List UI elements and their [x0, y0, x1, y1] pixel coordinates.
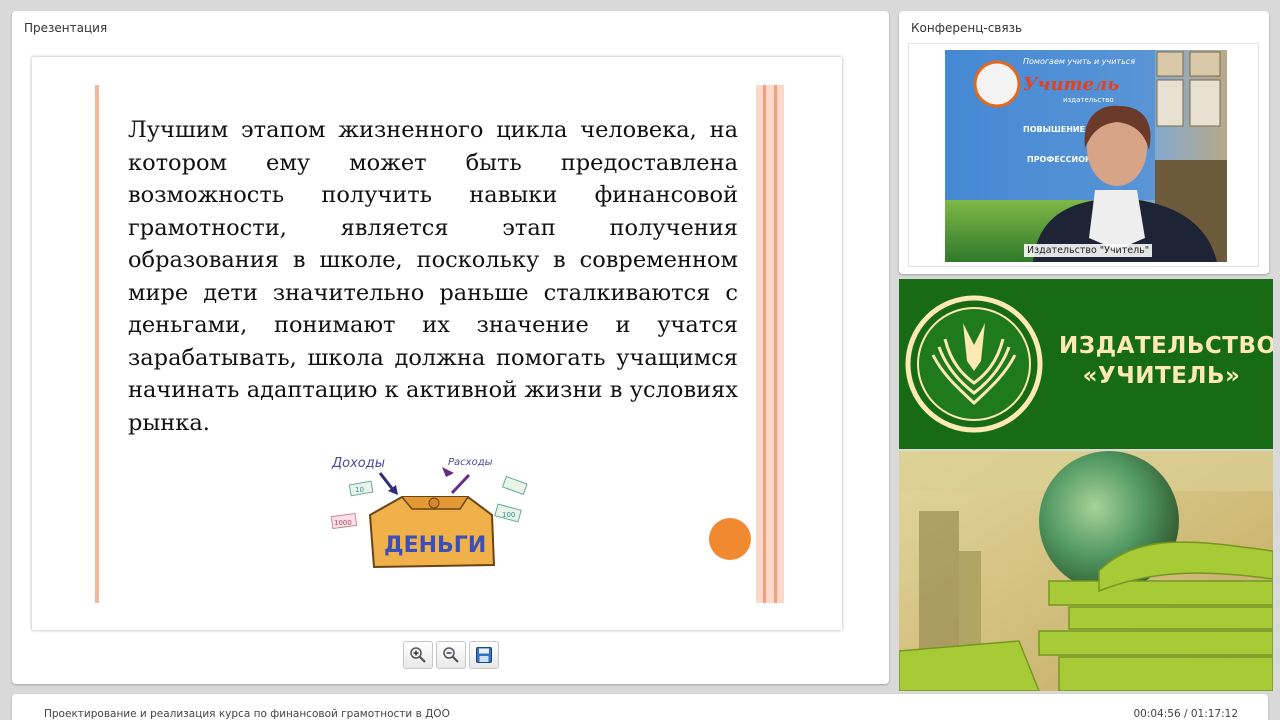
backdrop-sub: издательство	[1063, 96, 1114, 104]
conference-panel: Конференц-связь Помогаем учить и учиться…	[899, 11, 1269, 274]
expenses-label: Расходы	[448, 457, 493, 468]
slide-body-text: Лучшим этапом жизненного цикла человека,…	[128, 117, 738, 436]
publisher-banner-top: ИЗДАТЕЛЬСТВО «УЧИТЕЛЬ»	[899, 279, 1273, 449]
presentation-panel-title: Презентация	[24, 21, 108, 35]
video-scene: Помогаем учить и учиться Учитель издател…	[945, 50, 1227, 262]
income-label: Доходы	[331, 456, 385, 471]
money-label: ДЕНЬГИ	[384, 533, 486, 558]
note-10: 10	[355, 486, 364, 494]
slide-right-accent-bars	[756, 85, 784, 603]
slide: Лучшим этапом жизненного цикла человека,…	[32, 57, 842, 630]
publisher-name-line-2: «УЧИТЕЛЬ»	[1082, 363, 1241, 389]
publisher-banner: ИЗДАТЕЛЬСТВО «УЧИТЕЛЬ»	[899, 279, 1273, 691]
note-1000: 1000	[334, 519, 352, 527]
video-caption: Издательство "Учитель"	[1024, 244, 1153, 257]
backdrop-brand: Учитель	[1023, 74, 1119, 95]
presentation-panel: Презентация Лучшим этапом жизненного цик…	[12, 11, 889, 684]
slide-toolbar	[403, 641, 499, 669]
playback-time: 00:04:56 / 01:17:12	[1133, 708, 1238, 720]
footer-bar: Проектирование и реализация курса по фин…	[12, 694, 1268, 720]
publisher-name: ИЗДАТЕЛЬСТВО «УЧИТЕЛЬ»	[1059, 331, 1273, 391]
zoom-in-button[interactable]	[403, 641, 433, 669]
zoom-in-icon	[410, 647, 426, 663]
money-bag-illustration: Доходы Расходы 10 1000 100 ДЕНЬГИ	[330, 456, 528, 569]
zoom-out-button[interactable]	[436, 641, 466, 669]
publisher-logo-icon	[905, 295, 1043, 433]
course-title: Проектирование и реализация курса по фин…	[44, 708, 450, 720]
zoom-out-icon	[443, 647, 459, 663]
save-button[interactable]	[469, 641, 499, 669]
publisher-name-line-1: ИЗДАТЕЛЬСТВО	[1059, 333, 1273, 359]
slide-orange-circle	[709, 518, 751, 560]
backdrop-tagline: Помогаем учить и учиться	[1023, 57, 1135, 66]
note-100: 100	[502, 511, 515, 519]
slide-left-accent-bar	[95, 85, 99, 603]
conference-panel-title: Конференц-связь	[911, 21, 1023, 35]
save-icon	[476, 647, 492, 663]
video-frame: Помогаем учить и учиться Учитель издател…	[908, 43, 1259, 267]
webcam-video[interactable]: Помогаем учить и учиться Учитель издател…	[945, 50, 1227, 262]
books-globe-photo	[899, 451, 1273, 691]
